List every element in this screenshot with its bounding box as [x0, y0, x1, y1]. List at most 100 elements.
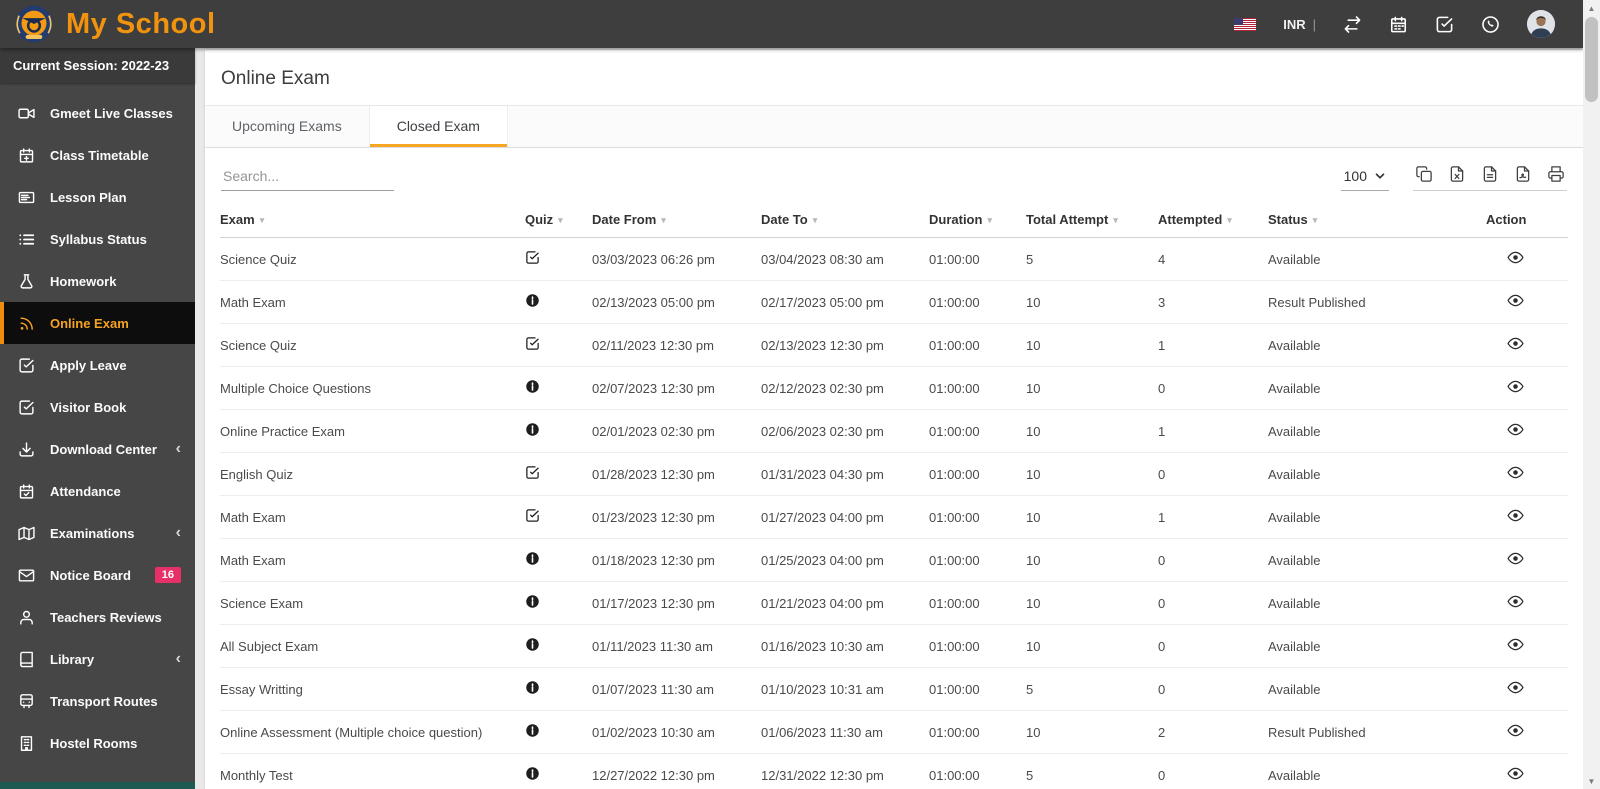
date-to: 03/04/2023 08:30 am	[761, 237, 929, 281]
notice-count-badge: 16	[154, 567, 181, 583]
print-button[interactable]	[1547, 165, 1565, 183]
status: Available	[1268, 237, 1486, 281]
duration: 01:00:00	[929, 280, 1026, 324]
table-row: Science Quiz 03/03/2023 06:26 pm 03/04/2…	[220, 237, 1568, 281]
page-size-select[interactable]: 100	[1340, 168, 1389, 191]
exam-table-wrap: Exam ▾ Quiz ▾ Date From ▾ Date To ▾ Dura…	[205, 195, 1583, 789]
column-header-action[interactable]: Action	[1486, 199, 1568, 238]
sidebar-item-notice-board[interactable]: Notice Board 16	[0, 554, 195, 596]
tab-upcoming-exams[interactable]: Upcoming Exams	[205, 106, 369, 147]
language-flag-icon[interactable]	[1234, 17, 1257, 31]
currency-label: INR	[1283, 16, 1306, 32]
date-from: 01/17/2023 12:30 pm	[592, 581, 761, 625]
duration: 01:00:00	[929, 538, 1026, 582]
date-to: 01/31/2023 04:30 pm	[761, 452, 929, 496]
status: Available	[1268, 366, 1486, 410]
column-header-quiz[interactable]: Quiz ▾	[525, 199, 592, 238]
date-to: 01/06/2023 11:30 am	[761, 710, 929, 754]
view-exam-icon[interactable]	[1507, 378, 1524, 395]
view-exam-icon[interactable]	[1507, 249, 1524, 266]
view-exam-icon[interactable]	[1507, 765, 1524, 782]
column-header-duration[interactable]: Duration ▾	[929, 199, 1026, 238]
export-pdf-button[interactable]	[1514, 165, 1532, 183]
sidebar-item-download-center[interactable]: Download Center ‹	[0, 428, 195, 470]
table-row: Math Exam 01/23/2023 12:30 pm 01/27/2023…	[220, 495, 1568, 539]
sidebar-item-lesson-plan[interactable]: Lesson Plan	[0, 176, 195, 218]
date-from: 01/28/2023 12:30 pm	[592, 452, 761, 496]
exam-name: English Quiz	[220, 452, 525, 496]
scrollbar-thumb[interactable]	[1585, 17, 1598, 102]
sidebar-item-transport-routes[interactable]: Transport Routes	[0, 680, 195, 722]
sidebar-item-visitor-book[interactable]: Visitor Book	[0, 386, 195, 428]
attempted: 0	[1158, 624, 1268, 668]
column-header-date-from[interactable]: Date From ▾	[592, 199, 761, 238]
table-row: Online Practice Exam 02/01/2023 02:30 pm…	[220, 409, 1568, 453]
view-exam-icon[interactable]	[1507, 335, 1524, 352]
total-attempt: 10	[1026, 280, 1158, 324]
view-exam-icon[interactable]	[1507, 464, 1524, 481]
attempted: 3	[1158, 280, 1268, 324]
column-header-attempted[interactable]: Attempted ▾	[1158, 199, 1268, 238]
sidebar-item-gmeet-live-classes[interactable]: Gmeet Live Classes	[0, 92, 195, 134]
header-tools	[1343, 15, 1500, 34]
view-exam-icon[interactable]	[1507, 421, 1524, 438]
view-exam-icon[interactable]	[1507, 292, 1524, 309]
column-header-total-attempt[interactable]: Total Attempt ▾	[1026, 199, 1158, 238]
current-session-label: Current Session: 2022-23	[0, 48, 195, 83]
tab-closed-exam[interactable]: Closed Exam	[368, 106, 508, 147]
view-exam-icon[interactable]	[1507, 593, 1524, 610]
view-exam-icon[interactable]	[1507, 679, 1524, 696]
scroll-up-arrow[interactable]: ▲	[1583, 0, 1600, 16]
column-header-date-to[interactable]: Date To ▾	[761, 199, 929, 238]
sidebar-menu: Gmeet Live Classes Class Timetable Lesso…	[0, 83, 195, 764]
scroll-down-arrow[interactable]: ▼	[1583, 773, 1600, 789]
date-to: 02/06/2023 02:30 pm	[761, 409, 929, 453]
sidebar-item-hostel-rooms[interactable]: Hostel Rooms	[0, 722, 195, 764]
export-excel-button[interactable]	[1448, 165, 1466, 183]
attempted: 0	[1158, 667, 1268, 711]
whatsapp-icon[interactable]	[1481, 15, 1500, 34]
exchange-icon[interactable]	[1343, 15, 1362, 34]
check-square-icon	[18, 399, 35, 416]
date-to: 01/10/2023 10:31 am	[761, 667, 929, 711]
table-row: Multiple Choice Questions 02/07/2023 12:…	[220, 366, 1568, 410]
sidebar-item-teachers-reviews[interactable]: Teachers Reviews	[0, 596, 195, 638]
total-attempt: 5	[1026, 667, 1158, 711]
view-exam-icon[interactable]	[1507, 722, 1524, 739]
status: Available	[1268, 409, 1486, 453]
export-buttons	[1413, 165, 1567, 191]
info-circle-icon	[525, 594, 540, 609]
copy-button[interactable]	[1415, 165, 1433, 183]
total-attempt: 10	[1026, 409, 1158, 453]
view-exam-icon[interactable]	[1507, 507, 1524, 524]
view-exam-icon[interactable]	[1507, 636, 1524, 653]
date-to: 01/25/2023 04:00 pm	[761, 538, 929, 582]
calendar-icon[interactable]	[1389, 15, 1408, 34]
sidebar-item-apply-leave[interactable]: Apply Leave	[0, 344, 195, 386]
column-header-exam[interactable]: Exam ▾	[220, 199, 525, 238]
sidebar-item-syllabus-status[interactable]: Syllabus Status	[0, 218, 195, 260]
export-csv-button[interactable]	[1481, 165, 1499, 183]
todo-check-icon[interactable]	[1435, 15, 1454, 34]
table-row: Essay Writting 01/07/2023 11:30 am 01/10…	[220, 667, 1568, 711]
sidebar-item-library[interactable]: Library ‹	[0, 638, 195, 680]
view-exam-icon[interactable]	[1507, 550, 1524, 567]
duration: 01:00:00	[929, 452, 1026, 496]
sidebar-item-examinations[interactable]: Examinations ‹	[0, 512, 195, 554]
book-icon	[18, 651, 35, 668]
sidebar-item-class-timetable[interactable]: Class Timetable	[0, 134, 195, 176]
sidebar-item-attendance[interactable]: Attendance	[0, 470, 195, 512]
sidebar-item-online-exam[interactable]: Online Exam	[0, 302, 195, 344]
duration: 01:00:00	[929, 624, 1026, 668]
attempted: 0	[1158, 753, 1268, 789]
currency-selector[interactable]: INR |	[1283, 17, 1316, 32]
column-label: Quiz	[525, 212, 554, 227]
sidebar-item-homework[interactable]: Homework	[0, 260, 195, 302]
info-circle-icon	[525, 680, 540, 695]
sidebar-item-label: Notice Board	[50, 567, 131, 583]
table-row: Science Quiz 02/11/2023 12:30 pm 02/13/2…	[220, 323, 1568, 367]
column-header-status[interactable]: Status ▾	[1268, 199, 1486, 238]
user-avatar[interactable]	[1527, 10, 1555, 38]
date-from: 01/02/2023 10:30 am	[592, 710, 761, 754]
search-input[interactable]	[221, 164, 394, 191]
